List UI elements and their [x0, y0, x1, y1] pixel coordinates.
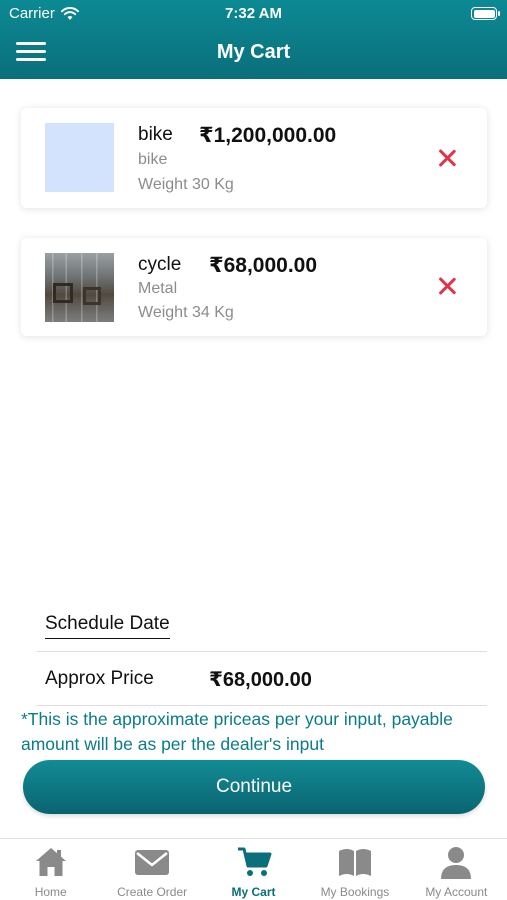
tab-my-cart[interactable]: My Cart — [203, 839, 304, 900]
item-subtitle: Metal — [138, 280, 178, 297]
item-name: bike — [138, 124, 173, 145]
book-icon — [338, 849, 371, 876]
user-icon — [441, 847, 472, 879]
item-name: cycle — [138, 254, 182, 275]
item-image-placeholder — [45, 123, 114, 192]
remove-item-icon[interactable] — [435, 274, 459, 298]
status-time: 7:32 AM — [225, 5, 282, 22]
page-title: My Cart — [216, 41, 291, 63]
item-image-metal-pipes — [45, 253, 114, 322]
price-disclaimer: *This is the approximate priceas per you… — [21, 709, 453, 754]
tab-label: My Bookings — [320, 885, 390, 899]
tab-label: Home — [34, 885, 67, 899]
item-subtitle: bike — [138, 151, 168, 168]
status-bar: Carrier 7:32 AM — [0, 0, 507, 28]
schedule-date-field[interactable]: Schedule Date — [45, 613, 170, 639]
continue-button[interactable]: Continue — [23, 760, 485, 814]
cart-item-card: cycle ₹68,000.00 Metal Weight 34 Kg — [21, 238, 487, 336]
item-price: ₹68,000.00 — [209, 254, 318, 277]
battery-icon — [471, 7, 500, 20]
divider — [37, 651, 487, 652]
approx-price-value: ₹68,000.00 — [209, 669, 312, 691]
nav-bar: My Cart — [0, 34, 507, 72]
cart-icon — [237, 847, 272, 876]
tab-label: My Cart — [231, 885, 276, 899]
tab-my-bookings[interactable]: My Bookings — [304, 839, 405, 900]
divider — [37, 705, 487, 706]
tab-create-order[interactable]: Create Order — [101, 839, 202, 900]
mail-icon — [135, 850, 170, 875]
remove-item-icon[interactable] — [435, 146, 459, 170]
bottom-tab-bar: Home Create Order My Cart My Bookings My… — [0, 838, 507, 900]
approx-price-label: Approx Price — [45, 668, 154, 689]
cart-item-card: bike ₹1,200,000.00 bike Weight 30 Kg — [21, 108, 487, 208]
item-price: ₹1,200,000.00 — [199, 124, 337, 147]
app-header: Carrier 7:32 AM My Cart — [0, 0, 507, 79]
item-weight: Weight 30 Kg — [138, 176, 234, 193]
item-weight: Weight 34 Kg — [138, 304, 234, 321]
tab-label: My Account — [425, 885, 488, 899]
tab-my-account[interactable]: My Account — [406, 839, 507, 900]
home-icon — [35, 848, 66, 876]
tab-label: Create Order — [117, 885, 188, 899]
tab-home[interactable]: Home — [0, 839, 101, 900]
